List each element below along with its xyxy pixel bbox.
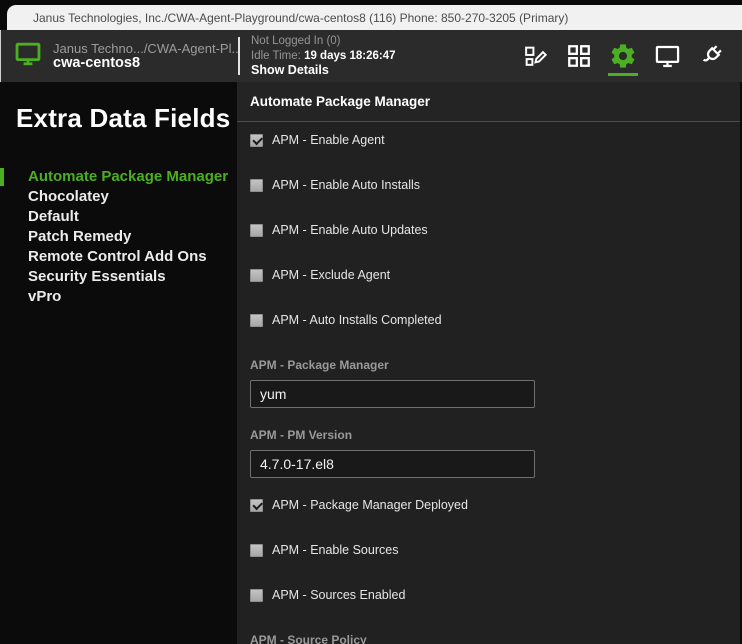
show-details-link[interactable]: Show Details <box>251 63 396 78</box>
field-row: APM - Package Manager Deployed <box>250 498 740 512</box>
field-label: APM - Package Manager <box>250 358 740 372</box>
sidebar-item-vpro[interactable]: vPro <box>0 287 237 307</box>
sidebar-item-chocolatey[interactable]: Chocolatey <box>0 187 237 207</box>
checkbox-label: APM - Sources Enabled <box>272 588 405 602</box>
window-titlebar[interactable]: Janus Technologies, Inc./CWA-Agent-Playg… <box>7 5 742 30</box>
checkbox-apm-package-manager-deployed[interactable] <box>250 499 263 512</box>
field-group: APM - Package Manager <box>250 358 740 408</box>
grid-view-icon[interactable] <box>563 33 595 79</box>
text-input-apm-pm-version[interactable] <box>250 450 535 478</box>
fields-list: APM - Enable Agent APM - Enable Auto Inst… <box>237 133 740 644</box>
device-labels: Janus Techno.../CWA-Agent-Pl... cwa-cent… <box>53 41 238 71</box>
idle-time: Idle Time: 19 days 18:26:47 <box>251 49 396 64</box>
sidebar-item-security-essentials[interactable]: Security Essentials <box>0 267 237 287</box>
sidebar-item-remote-control-add-ons[interactable]: Remote Control Add Ons <box>0 247 237 267</box>
field-row: APM - Exclude Agent <box>250 268 740 282</box>
field-row: APM - Enable Auto Updates <box>250 223 740 237</box>
sidebar-item-automate-package-manager[interactable]: Automate Package Manager <box>0 167 237 187</box>
device-monitor-icon <box>13 40 43 73</box>
app-header: Janus Techno.../CWA-Agent-Pl... cwa-cent… <box>0 30 742 82</box>
checkbox-apm-sources-enabled[interactable] <box>250 589 263 602</box>
idle-time-value: 19 days 18:26:47 <box>304 50 395 62</box>
breadcrumb[interactable]: Janus Techno.../CWA-Agent-Pl... <box>53 41 238 56</box>
header-toolbar <box>519 33 727 79</box>
checkbox-apm-exclude-agent[interactable] <box>250 269 263 282</box>
main-panel: Automate Package Manager APM - Enable Ag… <box>237 82 742 644</box>
sidebar: Extra Data Fields Automate Package Manag… <box>0 82 237 644</box>
checkbox-apm-auto-installs-completed[interactable] <box>250 314 263 327</box>
checkbox-label: APM - Enable Auto Installs <box>272 178 420 192</box>
field-label: APM - Source Policy <box>250 633 740 644</box>
settings-gear-icon[interactable] <box>607 33 639 79</box>
field-row: APM - Sources Enabled <box>250 588 740 602</box>
field-row: APM - Enable Agent <box>250 133 740 147</box>
field-row: APM - Auto Installs Completed <box>250 313 740 327</box>
checkbox-label: APM - Enable Agent <box>272 133 385 147</box>
status-block: Not Logged In (0) Idle Time: 19 days 18:… <box>251 34 396 78</box>
field-group: APM - PM Version <box>250 428 740 478</box>
section-title: Automate Package Manager <box>237 82 740 122</box>
edit-layout-icon[interactable] <box>519 33 551 79</box>
login-status: Not Logged In (0) <box>251 34 396 49</box>
header-divider <box>238 37 240 75</box>
checkbox-label: APM - Package Manager Deployed <box>272 498 468 512</box>
field-row: APM - Enable Auto Installs <box>250 178 740 192</box>
monitor-icon[interactable] <box>651 33 683 79</box>
settings-active-underline <box>608 73 638 76</box>
field-row: APM - Enable Sources <box>250 543 740 557</box>
field-label: APM - PM Version <box>250 428 740 442</box>
checkbox-apm-enable-agent[interactable] <box>250 134 263 147</box>
sidebar-title: Extra Data Fields <box>16 103 237 134</box>
checkbox-apm-enable-auto-installs[interactable] <box>250 179 263 192</box>
checkbox-apm-enable-auto-updates[interactable] <box>250 224 263 237</box>
checkbox-label: APM - Enable Auto Updates <box>272 223 428 237</box>
checkbox-label: APM - Exclude Agent <box>272 268 390 282</box>
window-title: Janus Technologies, Inc./CWA-Agent-Playg… <box>33 11 568 25</box>
sidebar-nav: Automate Package ManagerChocolateyDefaul… <box>0 167 237 307</box>
device-summary[interactable]: Janus Techno.../CWA-Agent-Pl... cwa-cent… <box>1 40 238 73</box>
checkbox-label: APM - Enable Sources <box>272 543 398 557</box>
checkbox-apm-enable-sources[interactable] <box>250 544 263 557</box>
checkbox-label: APM - Auto Installs Completed <box>272 313 442 327</box>
device-name: cwa-centos8 <box>53 56 238 71</box>
text-input-apm-package-manager[interactable] <box>250 380 535 408</box>
sidebar-item-default[interactable]: Default <box>0 207 237 227</box>
sidebar-item-patch-remedy[interactable]: Patch Remedy <box>0 227 237 247</box>
power-plug-icon[interactable] <box>695 33 727 79</box>
